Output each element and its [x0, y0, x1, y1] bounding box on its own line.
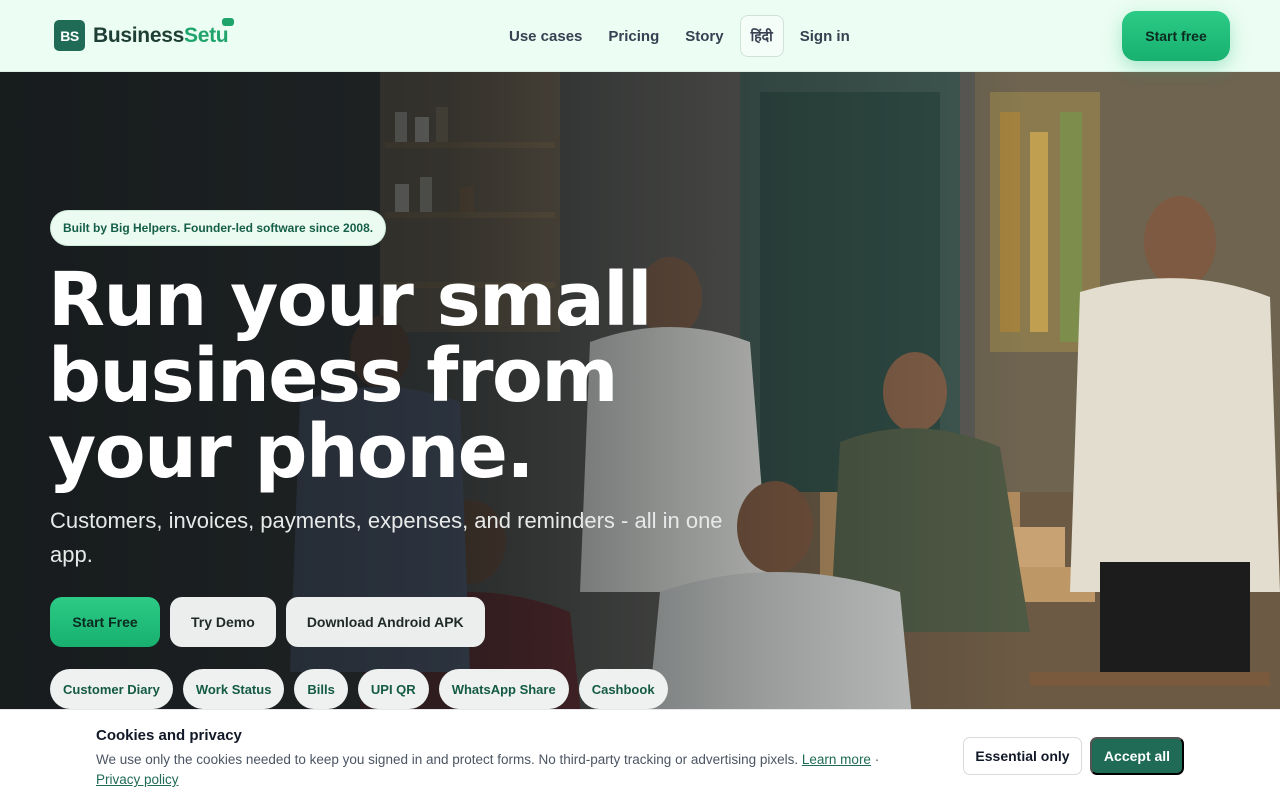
top-header: BS BusinessSetu Use cases Pricing Story … [0, 0, 1280, 72]
logo-badge-icon [222, 17, 235, 26]
learn-more-link[interactable]: Learn more [802, 752, 871, 767]
logo-wordmark: BusinessSetu [93, 17, 235, 48]
main-nav: Use cases Pricing Story हिंदी Sign in [496, 15, 863, 57]
feature-chip-bills[interactable]: Bills [294, 669, 348, 709]
try-demo-button[interactable]: Try Demo [170, 597, 276, 647]
hero-section: Built by Big Helpers. Founder-led softwa… [0, 72, 1280, 800]
feature-chip-customer-diary[interactable]: Customer Diary [50, 669, 173, 709]
download-apk-button[interactable]: Download Android APK [285, 597, 485, 647]
brand-logo[interactable]: BS BusinessSetu [54, 17, 235, 51]
link-separator: · [874, 752, 880, 767]
hero-headline: Run your small business from your phone. [48, 257, 652, 495]
nav-sign-in[interactable]: Sign in [787, 15, 863, 57]
cookie-text: We use only the cookies needed to keep y… [96, 750, 926, 790]
nav-pricing[interactable]: Pricing [595, 15, 672, 57]
essential-only-button[interactable]: Essential only [963, 737, 1082, 775]
privacy-policy-link[interactable]: Privacy policy [96, 772, 179, 787]
cookie-title: Cookies and privacy [96, 727, 242, 744]
hero-cta-row: Start Free Try Demo Download Android APK [50, 597, 495, 647]
cookie-banner: Cookies and privacy We use only the cook… [0, 709, 1280, 800]
start-free-button[interactable]: Start Free [50, 597, 160, 647]
cookie-description: We use only the cookies needed to keep y… [96, 752, 799, 767]
logo-mark: BS [54, 20, 85, 51]
logo-word-setu: Setu [183, 23, 229, 47]
feature-chip-row: Customer Diary Work Status Bills UPI QR … [50, 669, 678, 709]
feature-chip-work-status[interactable]: Work Status [182, 669, 285, 709]
header-start-free-button[interactable]: Start free [1122, 11, 1230, 61]
hero-tag-badge: Built by Big Helpers. Founder-led softwa… [50, 210, 387, 246]
hero-subhead: Customers, invoices, payments, expenses,… [50, 508, 723, 567]
feature-chip-cashbook[interactable]: Cashbook [578, 669, 668, 709]
logo-word-business: Business [93, 23, 184, 47]
feature-chip-whatsapp-share[interactable]: WhatsApp Share [438, 669, 569, 709]
feature-chip-upi-qr[interactable]: UPI QR [357, 669, 429, 709]
nav-use-cases[interactable]: Use cases [496, 15, 595, 57]
language-toggle-hindi[interactable]: हिंदी [739, 15, 784, 57]
nav-story[interactable]: Story [672, 15, 736, 57]
accept-all-button[interactable]: Accept all [1090, 737, 1184, 775]
